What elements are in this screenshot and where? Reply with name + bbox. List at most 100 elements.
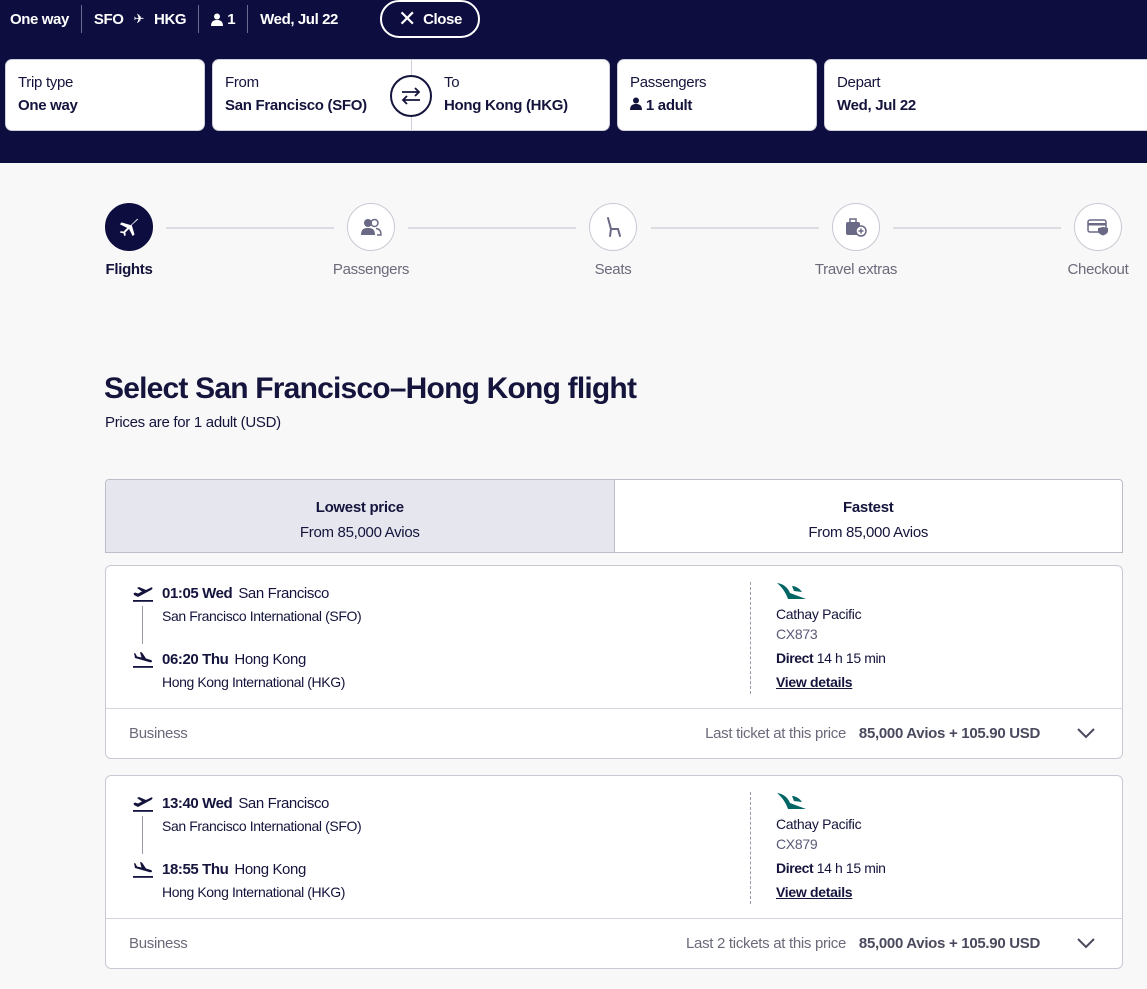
passengers-icon (347, 203, 395, 251)
step-label: Passengers (332, 261, 410, 278)
departure-time: 13:40 Wed (162, 795, 233, 812)
departure-city: San Francisco (238, 795, 330, 812)
departure-city: San Francisco (238, 585, 330, 602)
step-connector (408, 227, 576, 229)
cathay-pacific-logo (777, 793, 806, 809)
view-details-link[interactable]: View details (776, 884, 853, 900)
fare-row[interactable]: Business Last ticket at this price 85,00… (106, 708, 1122, 758)
departure-time: 01:05 Wed (162, 585, 233, 602)
person-icon (211, 13, 224, 26)
arrival-airport: Hong Kong International (HKG) (162, 884, 345, 900)
route-line (142, 816, 143, 854)
luggage-add-icon (832, 203, 880, 251)
depart-field[interactable]: Depart Wed, Jul 22 (824, 59, 1147, 131)
passengers-value-text: 1 adult (645, 97, 693, 114)
plane-icon: ✈ (133, 11, 145, 26)
step-connector (651, 227, 819, 229)
booking-progress: Flights Passengers Seats Travel extras C… (0, 203, 1147, 283)
availability-note: Last ticket at this price (705, 725, 846, 742)
to-value: Hong Kong (HKG) (444, 97, 568, 114)
step-connector (166, 227, 334, 229)
summary-pax-count: 1 (227, 10, 236, 28)
duration-value: 14 h 15 min (816, 860, 886, 876)
tab-title: Lowest price (315, 499, 404, 516)
cathay-pacific-logo (777, 583, 806, 599)
trip-summary[interactable]: One way SFO ✈ HKG 1 Wed, Jul 22 (0, 0, 350, 38)
step-label: Checkout (1067, 261, 1129, 278)
stops-label: Direct (776, 860, 814, 876)
tab-subtitle: From 85,000 Avios (299, 524, 420, 541)
trip-type-value: One way (18, 97, 78, 114)
flight-card[interactable]: 13:40 Wed San Francisco San Francisco Int… (105, 775, 1123, 969)
passengers-label: Passengers (630, 74, 707, 91)
depart-label: Depart (837, 74, 881, 91)
flight-number: CX873 (776, 626, 818, 642)
summary-destination: HKG (154, 10, 187, 28)
flight-number: CX879 (776, 836, 818, 852)
landing-icon (133, 652, 153, 668)
arrival-time: 18:55 Thu (162, 861, 229, 878)
fare-price: 85,000 Avios + 105.90 USD (858, 725, 1040, 742)
arrival-row: 18:55 Thu Hong Kong (162, 861, 306, 878)
step-label: Travel extras (814, 261, 898, 278)
step-flights[interactable]: Flights (69, 203, 189, 278)
step-checkout[interactable]: Checkout (1038, 203, 1147, 278)
arrival-city: Hong Kong (234, 861, 306, 878)
fare-price: 85,000 Avios + 105.90 USD (858, 935, 1040, 952)
sort-tabs: Lowest price From 85,000 Avios Fastest F… (105, 479, 1123, 553)
passengers-field[interactable]: Passengers 1 adult (617, 59, 817, 131)
availability-note: Last 2 tickets at this price (685, 935, 846, 952)
to-field[interactable]: To Hong Kong (HKG) (411, 59, 610, 131)
stops-label: Direct (776, 650, 814, 666)
swap-button[interactable] (390, 75, 432, 117)
summary-origin: SFO (93, 10, 124, 28)
seat-icon (589, 203, 637, 251)
trip-type-label: Trip type (18, 74, 74, 91)
step-travel-extras[interactable]: Travel extras (796, 203, 916, 278)
summary-trip-label: One way (10, 10, 69, 28)
tab-title: Fastest (843, 499, 894, 516)
airline-name: Cathay Pacific (776, 606, 862, 622)
page-subtitle: Prices are for 1 adult (USD) (105, 414, 281, 431)
flight-duration: Direct 14 h 15 min (776, 650, 886, 666)
arrival-airport: Hong Kong International (HKG) (162, 674, 345, 690)
arrival-time: 06:20 Thu (162, 651, 229, 668)
fare-row[interactable]: Business Last 2 tickets at this price 85… (106, 918, 1122, 968)
departure-row: 01:05 Wed San Francisco (162, 585, 329, 602)
summary-date: Wed, Jul 22 (248, 5, 350, 33)
search-header: One way SFO ✈ HKG 1 Wed, Jul 22 ✕ Close … (0, 0, 1147, 163)
card-shield-icon (1074, 203, 1122, 251)
cabin-class: Business (129, 935, 188, 952)
page-title: Select San Francisco–Hong Kong flight (104, 372, 637, 405)
duration-value: 14 h 15 min (816, 650, 886, 666)
from-value: San Francisco (SFO) (225, 97, 367, 114)
summary-route: SFO ✈ HKG (82, 5, 200, 33)
step-seats[interactable]: Seats (553, 203, 673, 278)
step-passengers[interactable]: Passengers (311, 203, 431, 278)
departure-airport: San Francisco International (SFO) (162, 818, 362, 834)
to-label: To (444, 74, 460, 91)
chevron-down-icon[interactable] (1076, 935, 1096, 951)
trip-type-field[interactable]: Trip type One way (5, 59, 205, 131)
close-button[interactable]: ✕ Close (380, 0, 480, 38)
tab-subtitle: From 85,000 Avios (808, 524, 929, 541)
summary-trip: One way (0, 5, 82, 33)
card-divider (750, 582, 751, 694)
plane-icon (105, 203, 153, 251)
close-icon: ✕ (398, 6, 417, 31)
view-details-link[interactable]: View details (776, 674, 853, 690)
card-divider (750, 792, 751, 904)
tab-lowest-price[interactable]: Lowest price From 85,000 Avios (106, 480, 615, 552)
from-label: From (225, 74, 259, 91)
departure-row: 13:40 Wed San Francisco (162, 795, 329, 812)
cabin-class: Business (129, 725, 188, 742)
chevron-down-icon[interactable] (1076, 725, 1096, 741)
step-label: Flights (105, 261, 153, 278)
flight-duration: Direct 14 h 15 min (776, 860, 886, 876)
depart-value: Wed, Jul 22 (837, 97, 916, 114)
takeoff-icon (133, 797, 153, 812)
from-field[interactable]: From San Francisco (SFO) (212, 59, 412, 131)
flight-card[interactable]: 01:05 Wed San Francisco San Francisco Int… (105, 565, 1123, 759)
passengers-value: 1 adult (630, 97, 804, 114)
tab-fastest[interactable]: Fastest From 85,000 Avios (615, 480, 1123, 552)
